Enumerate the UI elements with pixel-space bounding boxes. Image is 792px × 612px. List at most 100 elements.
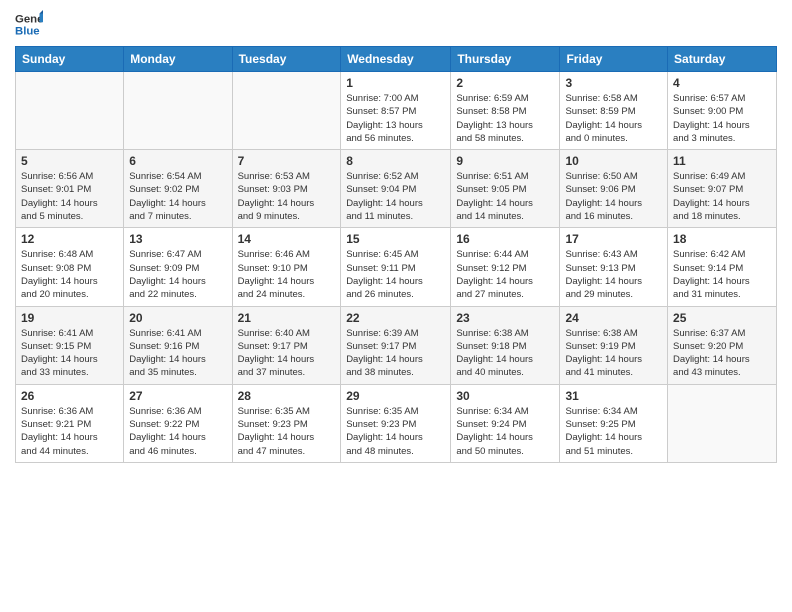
calendar-cell: 6 Sunrise: 6:54 AMSunset: 9:02 PMDaylight… (124, 150, 232, 228)
day-number: 1 (346, 76, 445, 90)
day-number: 31 (565, 389, 662, 403)
calendar-cell: 2 Sunrise: 6:59 AMSunset: 8:58 PMDaylight… (451, 72, 560, 150)
day-info: Sunrise: 6:59 AMSunset: 8:58 PMDaylight:… (456, 92, 554, 145)
calendar-cell: 24 Sunrise: 6:38 AMSunset: 9:19 PMDayligh… (560, 306, 668, 384)
day-number: 12 (21, 232, 118, 246)
calendar-cell: 19Sunrise: 6:41 AMSunset: 9:15 PMDayligh… (16, 306, 124, 384)
calendar-cell: 8 Sunrise: 6:52 AMSunset: 9:04 PMDaylight… (341, 150, 451, 228)
day-info: Sunrise: 6:34 AMSunset: 9:25 PMDaylight:… (565, 405, 662, 458)
page: General Blue SundayMondayTuesdayWednesda… (0, 0, 792, 612)
day-info: Sunrise: 6:50 AMSunset: 9:06 PMDaylight:… (565, 170, 662, 223)
calendar-cell: 16 Sunrise: 6:44 AMSunset: 9:12 PMDayligh… (451, 228, 560, 306)
day-number: 28 (238, 389, 336, 403)
day-info: Sunrise: 6:36 AMSunset: 9:21 PMDaylight:… (21, 405, 118, 458)
day-number: 14 (238, 232, 336, 246)
general-blue-icon: General Blue (15, 10, 43, 38)
calendar-cell: 31 Sunrise: 6:34 AMSunset: 9:25 PMDayligh… (560, 384, 668, 462)
day-number: 17 (565, 232, 662, 246)
day-header-tuesday: Tuesday (232, 47, 341, 72)
day-info: Sunrise: 6:57 AMSunset: 9:00 PMDaylight:… (673, 92, 771, 145)
calendar-cell: 26 Sunrise: 6:36 AMSunset: 9:21 PMDayligh… (16, 384, 124, 462)
day-info: Sunrise: 6:53 AMSunset: 9:03 PMDaylight:… (238, 170, 336, 223)
day-info: Sunrise: 6:34 AMSunset: 9:24 PMDaylight:… (456, 405, 554, 458)
day-info: Sunrise: 6:39 AMSunset: 9:17 PMDaylight:… (346, 327, 445, 380)
svg-text:Blue: Blue (15, 26, 40, 38)
calendar-cell (232, 72, 341, 150)
day-number: 8 (346, 154, 445, 168)
calendar-week-row: 1 Sunrise: 7:00 AMSunset: 8:57 PMDaylight… (16, 72, 777, 150)
calendar-table: SundayMondayTuesdayWednesdayThursdayFrid… (15, 46, 777, 463)
calendar-header-row: SundayMondayTuesdayWednesdayThursdayFrid… (16, 47, 777, 72)
day-number: 23 (456, 311, 554, 325)
day-header-thursday: Thursday (451, 47, 560, 72)
day-info: Sunrise: 6:44 AMSunset: 9:12 PMDaylight:… (456, 248, 554, 301)
calendar-cell: 27 Sunrise: 6:36 AMSunset: 9:22 PMDayligh… (124, 384, 232, 462)
day-info: Sunrise: 6:36 AMSunset: 9:22 PMDaylight:… (129, 405, 226, 458)
calendar-week-row: 5Sunrise: 6:56 AMSunset: 9:01 PMDaylight… (16, 150, 777, 228)
logo: General Blue (15, 10, 43, 38)
day-info: Sunrise: 6:52 AMSunset: 9:04 PMDaylight:… (346, 170, 445, 223)
day-info: Sunrise: 6:58 AMSunset: 8:59 PMDaylight:… (565, 92, 662, 145)
day-info: Sunrise: 7:00 AMSunset: 8:57 PMDaylight:… (346, 92, 445, 145)
day-number: 5 (21, 154, 118, 168)
day-info: Sunrise: 6:41 AMSunset: 9:15 PMDaylight:… (21, 327, 118, 380)
day-header-saturday: Saturday (668, 47, 777, 72)
calendar-cell: 30 Sunrise: 6:34 AMSunset: 9:24 PMDayligh… (451, 384, 560, 462)
day-info: Sunrise: 6:54 AMSunset: 9:02 PMDaylight:… (129, 170, 226, 223)
calendar-cell (668, 384, 777, 462)
day-info: Sunrise: 6:41 AMSunset: 9:16 PMDaylight:… (129, 327, 226, 380)
calendar-cell: 7 Sunrise: 6:53 AMSunset: 9:03 PMDaylight… (232, 150, 341, 228)
calendar-cell: 17 Sunrise: 6:43 AMSunset: 9:13 PMDayligh… (560, 228, 668, 306)
calendar-week-row: 26 Sunrise: 6:36 AMSunset: 9:21 PMDayligh… (16, 384, 777, 462)
day-header-sunday: Sunday (16, 47, 124, 72)
calendar-cell: 23 Sunrise: 6:38 AMSunset: 9:18 PMDayligh… (451, 306, 560, 384)
day-info: Sunrise: 6:49 AMSunset: 9:07 PMDaylight:… (673, 170, 771, 223)
day-header-monday: Monday (124, 47, 232, 72)
day-info: Sunrise: 6:38 AMSunset: 9:18 PMDaylight:… (456, 327, 554, 380)
day-number: 27 (129, 389, 226, 403)
day-header-friday: Friday (560, 47, 668, 72)
day-number: 21 (238, 311, 336, 325)
day-info: Sunrise: 6:40 AMSunset: 9:17 PMDaylight:… (238, 327, 336, 380)
calendar-cell (124, 72, 232, 150)
calendar-cell: 3 Sunrise: 6:58 AMSunset: 8:59 PMDaylight… (560, 72, 668, 150)
day-number: 25 (673, 311, 771, 325)
day-info: Sunrise: 6:43 AMSunset: 9:13 PMDaylight:… (565, 248, 662, 301)
day-info: Sunrise: 6:38 AMSunset: 9:19 PMDaylight:… (565, 327, 662, 380)
calendar-cell: 29 Sunrise: 6:35 AMSunset: 9:23 PMDayligh… (341, 384, 451, 462)
day-number: 24 (565, 311, 662, 325)
calendar-cell: 12Sunrise: 6:48 AMSunset: 9:08 PMDayligh… (16, 228, 124, 306)
day-number: 11 (673, 154, 771, 168)
calendar-cell: 22 Sunrise: 6:39 AMSunset: 9:17 PMDayligh… (341, 306, 451, 384)
day-number: 22 (346, 311, 445, 325)
day-header-wednesday: Wednesday (341, 47, 451, 72)
day-number: 7 (238, 154, 336, 168)
calendar-cell: 20Sunrise: 6:41 AMSunset: 9:16 PMDayligh… (124, 306, 232, 384)
day-number: 15 (346, 232, 445, 246)
calendar-cell: 5Sunrise: 6:56 AMSunset: 9:01 PMDaylight… (16, 150, 124, 228)
calendar-cell: 28Sunrise: 6:35 AMSunset: 9:23 PMDayligh… (232, 384, 341, 462)
day-info: Sunrise: 6:47 AMSunset: 9:09 PMDaylight:… (129, 248, 226, 301)
calendar-body: 1 Sunrise: 7:00 AMSunset: 8:57 PMDaylight… (16, 72, 777, 463)
day-number: 2 (456, 76, 554, 90)
day-number: 18 (673, 232, 771, 246)
calendar-week-row: 12Sunrise: 6:48 AMSunset: 9:08 PMDayligh… (16, 228, 777, 306)
calendar-cell: 14Sunrise: 6:46 AMSunset: 9:10 PMDayligh… (232, 228, 341, 306)
day-number: 30 (456, 389, 554, 403)
day-number: 26 (21, 389, 118, 403)
calendar-cell: 1 Sunrise: 7:00 AMSunset: 8:57 PMDaylight… (341, 72, 451, 150)
day-number: 9 (456, 154, 554, 168)
calendar-cell: 4 Sunrise: 6:57 AMSunset: 9:00 PMDaylight… (668, 72, 777, 150)
day-number: 10 (565, 154, 662, 168)
day-info: Sunrise: 6:51 AMSunset: 9:05 PMDaylight:… (456, 170, 554, 223)
day-number: 4 (673, 76, 771, 90)
day-number: 16 (456, 232, 554, 246)
calendar-cell: 9 Sunrise: 6:51 AMSunset: 9:05 PMDaylight… (451, 150, 560, 228)
day-number: 3 (565, 76, 662, 90)
day-number: 29 (346, 389, 445, 403)
calendar-cell: 15Sunrise: 6:45 AMSunset: 9:11 PMDayligh… (341, 228, 451, 306)
day-info: Sunrise: 6:35 AMSunset: 9:23 PMDaylight:… (346, 405, 445, 458)
day-number: 6 (129, 154, 226, 168)
day-number: 13 (129, 232, 226, 246)
header: General Blue (15, 10, 777, 38)
